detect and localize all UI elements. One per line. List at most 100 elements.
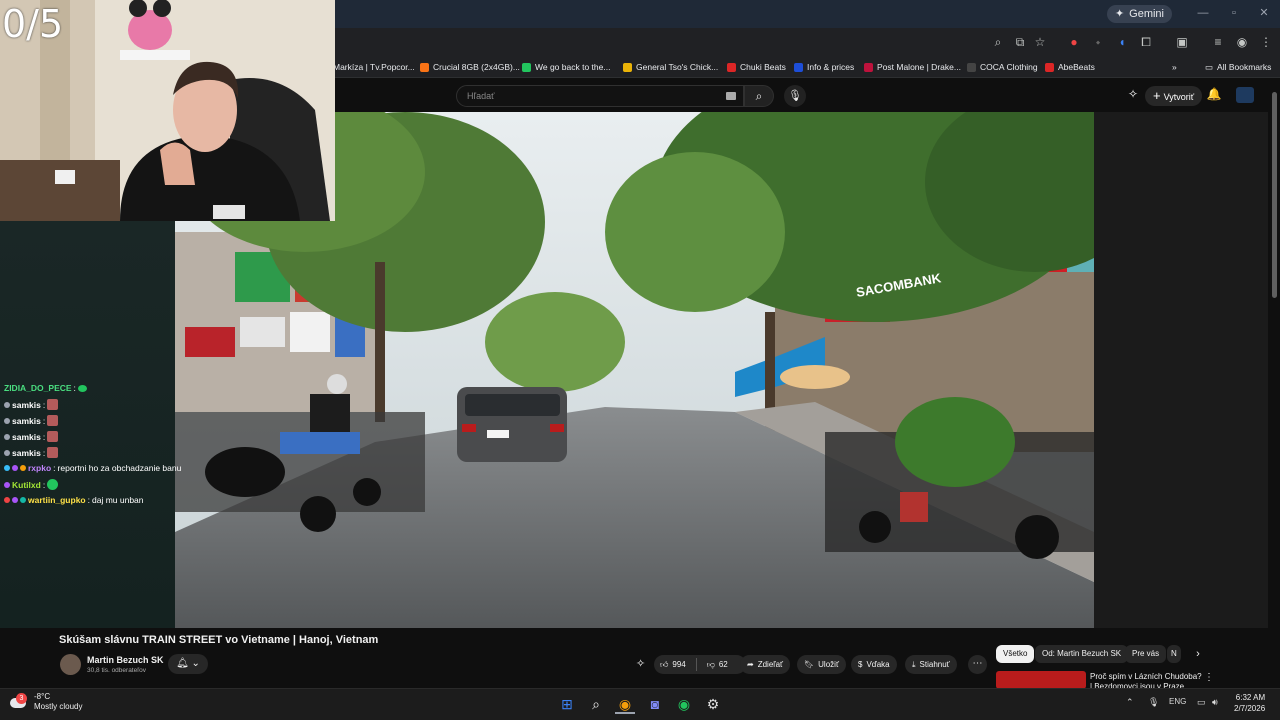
channel-name[interactable]: Martin Bezuch SK — [87, 655, 164, 665]
chip-all[interactable]: Všetko — [996, 645, 1035, 663]
create-button[interactable]: + Vytvoriť — [1145, 86, 1203, 106]
bookmark-favicon — [727, 62, 736, 72]
subscriber-count: 30,8 tis. odberateľov — [87, 667, 146, 674]
bookmark-item[interactable]: AbeBeats — [1045, 60, 1095, 74]
search-button[interactable]: ⌕ — [744, 85, 774, 107]
plus-icon: + — [1153, 88, 1161, 103]
channel-avatar[interactable] — [1236, 87, 1254, 103]
system-clock[interactable]: 6:32 AM 2/7/2026 — [1234, 692, 1265, 714]
channel-avatar[interactable] — [60, 654, 81, 675]
minimize-icon[interactable]: — — [1196, 6, 1210, 20]
bookmark-favicon — [420, 62, 429, 72]
chrome-icon[interactable]: ◉ — [615, 694, 635, 714]
extension-icon[interactable]: ⬩ — [1090, 34, 1106, 50]
bookmark-star-icon[interactable]: ☆ — [1032, 34, 1048, 50]
extension-record-icon[interactable]: ● — [1066, 34, 1082, 50]
folder-icon: ▭ — [1205, 62, 1214, 72]
weather-widget[interactable]: 3 -8°C Mostly cloudy — [10, 692, 82, 712]
chip-from-channel[interactable]: Od: Martin Bezuch SK — [1035, 645, 1129, 663]
media-controls-icon[interactable]: ≡ — [1210, 34, 1226, 50]
chat-username: samkis — [12, 431, 41, 442]
badge-icon — [12, 497, 18, 503]
extensions-puzzle-icon[interactable]: ⧠ — [1138, 34, 1154, 50]
thanks-icon: $ — [858, 660, 863, 669]
taskbar-search-icon[interactable]: ⌕ — [586, 694, 606, 714]
extension-audio-icon[interactable]: ◖ — [1114, 34, 1130, 50]
start-windows-icon[interactable]: ⊞ — [557, 694, 577, 714]
install-app-icon[interactable]: ⧉ — [1012, 34, 1028, 50]
recommended-thumbnail[interactable] — [996, 671, 1086, 689]
bookmark-item[interactable]: COCA Clothing — [967, 60, 1038, 74]
share-button[interactable]: ➦ Zdieľať — [740, 655, 791, 674]
search-input[interactable]: Hľadať — [456, 85, 744, 107]
steam-icon[interactable]: ⚙ — [703, 694, 723, 714]
chat-username: rxpko — [28, 463, 52, 473]
recommended-title[interactable]: Proč spím v Lázních Chudoba? | Bezdomovc… — [1090, 672, 1202, 689]
chat-text: daj mu unban — [92, 495, 144, 505]
bookmark-item[interactable]: Crucial 8GB (2x4GB)... — [420, 60, 520, 74]
chat-colon: : — [53, 463, 56, 473]
bookmark-item[interactable]: Info & prices — [794, 60, 854, 74]
notifications-bell-icon[interactable]: 🔔 — [1206, 87, 1222, 103]
gemini-label: Gemini — [1129, 8, 1164, 20]
subscription-bell-button[interactable]: 🔔︎ ⌄ — [168, 654, 208, 674]
sparkle-icon[interactable]: ✧ — [1125, 87, 1141, 103]
voice-search-button[interactable]: 🎙 — [784, 85, 806, 107]
chat-colon: : — [42, 479, 46, 490]
dislike-button[interactable]: 👎︎ 62 — [701, 655, 734, 674]
volume-icon[interactable]: 🔊︎ — [1212, 697, 1218, 708]
side-panel-icon[interactable]: ▣ — [1174, 34, 1190, 50]
bookmarks-overflow-icon[interactable]: » — [1172, 60, 1177, 74]
zoom-icon[interactable]: ⌕ — [990, 34, 1006, 50]
chat-colon: : — [42, 415, 46, 426]
bookmark-item[interactable]: We go back to the... — [522, 60, 610, 74]
all-bookmarks-button[interactable]: ▭ All Bookmarks — [1205, 60, 1271, 74]
divider — [695, 658, 697, 671]
badge-icon — [4, 497, 10, 503]
bookmark-item[interactable]: General Tso's Chick... — [623, 60, 718, 74]
bookmark-item[interactable]: Chuki Beats — [727, 60, 786, 74]
badge-icon — [20, 497, 26, 503]
chat-message: rxpko : reportni ho za obchadzanie banu — [4, 463, 181, 473]
maximize-icon[interactable]: ▫ — [1227, 6, 1241, 20]
chat-message: wartiin_gupko : daj mu unban — [4, 495, 144, 505]
badge-icon — [12, 465, 18, 471]
chip-partial[interactable]: N — [1167, 645, 1181, 663]
weather-text: Mostly cloudy — [34, 702, 83, 711]
chevron-right-icon[interactable]: › — [1190, 645, 1206, 663]
mic-tray-icon[interactable]: 🎙︎ — [1148, 697, 1159, 708]
menu-dots-icon[interactable]: ⋮ — [1258, 34, 1274, 50]
network-icon[interactable]: ▭ — [1197, 697, 1206, 708]
bookmark-item[interactable]: Markíza | Tv.Popcor... — [333, 60, 415, 74]
scrollbar-thumb[interactable] — [1272, 92, 1277, 298]
save-button[interactable]: 🔖︎ Uložiť — [797, 655, 846, 674]
language-indicator[interactable]: ENG — [1169, 697, 1186, 706]
thanks-button[interactable]: $ Vďaka — [851, 655, 897, 674]
ask-ai-icon[interactable]: ✧ — [636, 657, 645, 670]
chat-colon: : — [73, 383, 76, 393]
spotify-icon[interactable]: ◉ — [674, 694, 694, 714]
gemini-button[interactable]: ✦ Gemini — [1106, 5, 1172, 23]
bookmark-item[interactable]: Post Malone | Drake... — [864, 60, 961, 74]
tray-overflow-icon[interactable]: ⌃ — [1126, 697, 1134, 708]
download-button[interactable]: ⤓ Stiahnuť — [905, 655, 957, 674]
microphone-icon: 🎙 — [788, 90, 802, 102]
profile-avatar[interactable]: ◉ — [1234, 34, 1250, 50]
keyboard-icon[interactable] — [726, 92, 736, 100]
thumbs-down-icon: 👎︎ — [706, 660, 715, 669]
recommended-menu-icon[interactable]: ⋮ — [1204, 672, 1214, 683]
chip-for-you[interactable]: Pre vás — [1125, 645, 1167, 663]
emote-icon — [47, 431, 59, 442]
emote-icon — [77, 384, 87, 392]
bell-icon: 🔔︎ ⌄ — [176, 658, 200, 669]
more-actions-icon[interactable]: ⋯ — [968, 655, 987, 674]
like-button[interactable]: 👍︎ 994 — [654, 655, 692, 674]
discord-icon[interactable]: ◙ — [645, 694, 665, 714]
chat-message: samkis : — [4, 431, 59, 442]
chat-username: samkis — [12, 415, 41, 426]
chat-message: samkis : — [4, 415, 59, 426]
bookmark-favicon — [623, 62, 632, 72]
bookmark-favicon — [1045, 62, 1054, 72]
chat-colon: : — [42, 399, 46, 410]
close-icon[interactable]: ✕ — [1257, 6, 1271, 20]
